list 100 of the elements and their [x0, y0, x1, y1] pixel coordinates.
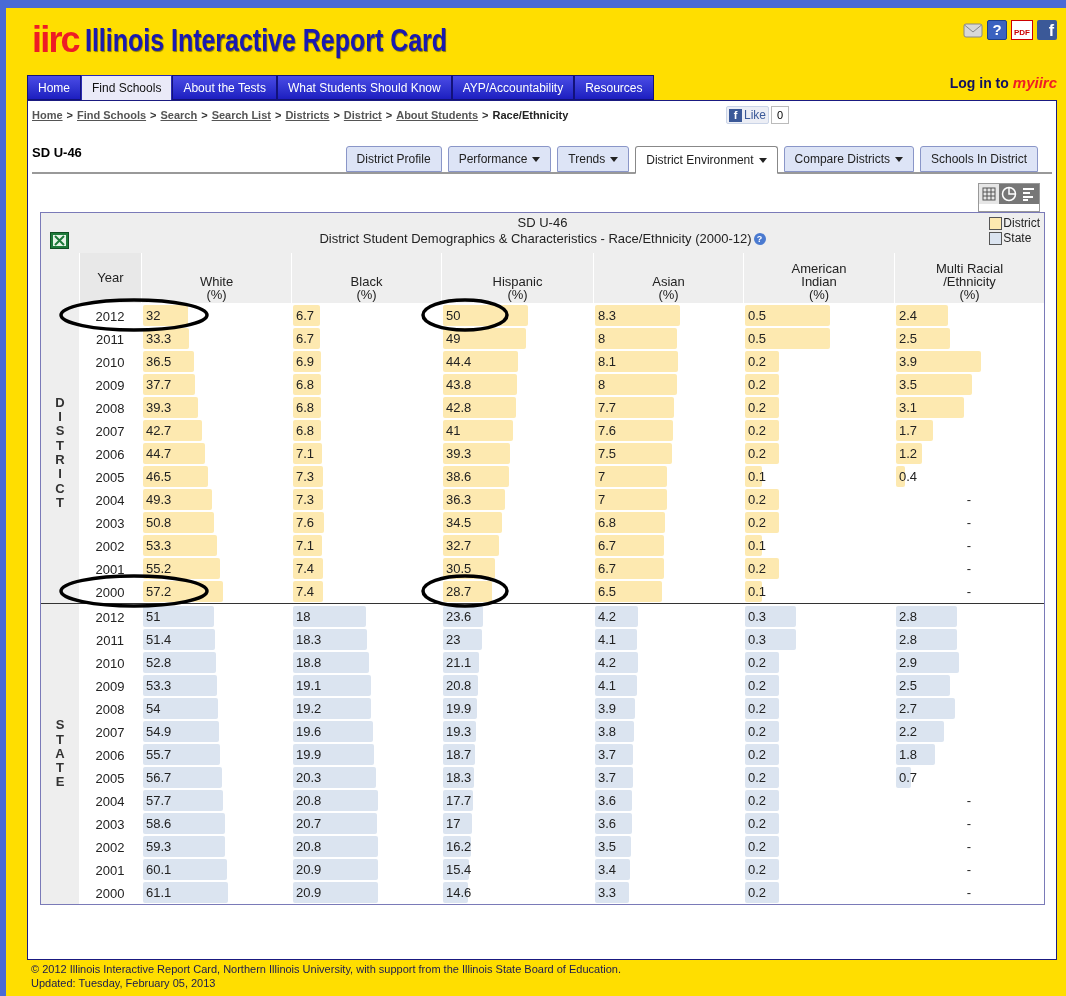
cell-value: 8: [598, 375, 606, 394]
cell-value: 0.2: [748, 699, 767, 718]
column-header: Asian (%): [652, 275, 685, 301]
column-header: American Indian (%): [791, 262, 847, 301]
cell-value: 7.6: [598, 421, 617, 440]
cell-value: 1.8: [899, 745, 918, 764]
nav-tab[interactable]: Resources: [574, 75, 654, 100]
cell-value: 43.8: [446, 375, 472, 394]
breadcrumb-separator: >: [332, 107, 341, 123]
cell-value: 2.5: [899, 329, 918, 348]
cell-value: 18.8: [296, 653, 322, 672]
cell-value: 53.3: [146, 536, 172, 555]
bar-list-icon[interactable]: [1019, 184, 1039, 204]
cell-value: 57.2: [146, 582, 172, 601]
cell-value: 20.7: [296, 814, 322, 833]
grid-icon[interactable]: [979, 184, 999, 204]
nav-tab[interactable]: Find Schools: [81, 75, 173, 100]
cell-value: 60.1: [146, 860, 172, 879]
cell-value: 61.1: [146, 883, 172, 902]
site-title: Illinois Interactive Report Card: [84, 22, 447, 58]
cell-value: 51.4: [146, 630, 172, 649]
nav-tab[interactable]: AYP/Accountability: [451, 75, 575, 100]
cell-value: 49: [446, 329, 461, 348]
excel-icon[interactable]: [50, 232, 69, 249]
breadcrumb-link[interactable]: About Students: [396, 106, 479, 124]
sub-tab[interactable]: Performance: [447, 146, 552, 172]
cell-value: 4.1: [598, 630, 617, 649]
section-label: DISTRICT: [54, 395, 66, 511]
pdf-icon[interactable]: PDF: [1011, 20, 1033, 40]
cell-value: 3.8: [598, 722, 617, 741]
cell-value: 0.5: [748, 306, 767, 325]
cell-value: -: [966, 883, 972, 902]
help-icon[interactable]: ?: [753, 233, 766, 245]
cell-value: 23: [446, 630, 461, 649]
breadcrumb-link[interactable]: Search: [160, 106, 198, 124]
cell-value: 6.7: [598, 536, 617, 555]
cell-value: 0.2: [748, 513, 767, 532]
district-name: SD U-46: [32, 143, 82, 162]
cell-value: 4.2: [598, 653, 617, 672]
cell-value: 54: [146, 699, 161, 718]
cell-value: 8.1: [598, 352, 617, 371]
breadcrumb-link[interactable]: Find Schools: [77, 106, 147, 124]
year-label: 2011: [96, 331, 124, 350]
cell-value: 0.5: [748, 329, 767, 348]
legend-label: State: [1003, 231, 1032, 246]
nav-tab[interactable]: What Students Should Know: [276, 75, 452, 100]
cell-value: 7: [598, 490, 606, 509]
help-icon[interactable]: ?: [987, 20, 1007, 40]
cell-value: 20.9: [296, 860, 322, 879]
cell-value: 1.7: [899, 421, 918, 440]
sub-tab[interactable]: District Profile: [345, 146, 442, 172]
cell-value: 49.3: [146, 490, 172, 509]
section-label: STATE: [54, 718, 66, 790]
cell-value: 39.3: [446, 444, 472, 463]
nav-tab[interactable]: Home: [27, 75, 81, 100]
cell-value: 42.7: [146, 421, 172, 440]
sub-tab[interactable]: District Environment: [635, 146, 778, 174]
cell-value: 38.6: [446, 467, 472, 486]
cell-value: 7.4: [296, 559, 315, 578]
sub-tab[interactable]: Schools In District: [919, 146, 1038, 172]
brand-logo: myiirc: [1012, 72, 1057, 93]
cell-value: 6.5: [598, 582, 617, 601]
pie-chart-icon[interactable]: [999, 184, 1019, 204]
cell-value: 4.2: [598, 607, 617, 626]
breadcrumb-link[interactable]: District: [343, 106, 382, 124]
cell-value: 15.4: [446, 860, 472, 879]
legend-label: District: [1003, 216, 1040, 231]
breadcrumb-link[interactable]: Home: [32, 106, 63, 124]
cell-value: 0.3: [748, 630, 767, 649]
year-label: 2011: [96, 632, 124, 651]
breadcrumb-link[interactable]: Search List: [211, 106, 271, 124]
year-label: 2002: [95, 538, 125, 557]
cell-value: 2.2: [899, 722, 918, 741]
cell-value: 6.8: [296, 375, 315, 394]
nav-tab[interactable]: About the Tests: [172, 75, 277, 100]
year-label: 2006: [95, 446, 125, 465]
cell-value: 0.2: [748, 837, 767, 856]
year-label: 2005: [95, 770, 125, 789]
cell-value: -: [966, 837, 972, 856]
like-button[interactable]: f Like: [726, 106, 769, 124]
year-label: 2010: [95, 354, 125, 373]
sub-tab[interactable]: Trends: [557, 146, 630, 172]
cell-value: 0.2: [748, 768, 767, 787]
cell-value: 19.9: [296, 745, 322, 764]
cell-value: 36.5: [146, 352, 172, 371]
cell-value: 7.3: [296, 467, 315, 486]
login-link[interactable]: Log in to: [949, 72, 1009, 94]
cell-value: 20.9: [296, 883, 322, 902]
sub-tab[interactable]: Compare Districts: [783, 146, 914, 172]
cell-value: 3.9: [899, 352, 918, 371]
cell-value: 17: [446, 814, 461, 833]
breadcrumb-separator: >: [481, 107, 490, 123]
breadcrumb-link[interactable]: Districts: [285, 106, 330, 124]
like-count: 0: [771, 106, 790, 124]
cell-value: 2.9: [899, 653, 918, 672]
cell-value: 2.5: [899, 676, 918, 695]
column-header: White (%): [199, 275, 234, 301]
facebook-icon: f: [729, 108, 742, 122]
cell-value: -: [966, 536, 972, 555]
facebook-icon[interactable]: f: [1037, 20, 1057, 40]
